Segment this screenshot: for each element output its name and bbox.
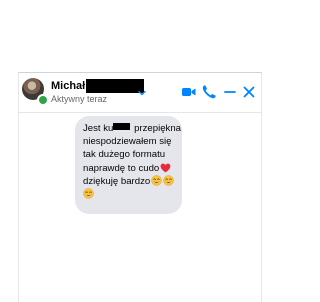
contact-name[interactable]: Michał [51, 80, 85, 92]
chevron-down-icon[interactable] [137, 88, 147, 98]
video-call-icon[interactable] [181, 84, 197, 100]
message-line-2: niespodziewałem się [83, 136, 172, 148]
message-text-start: Jest ku [83, 123, 114, 134]
message-line-5: dziękuję bardzo [83, 175, 174, 188]
chat-header: Michał Aktywny teraz [19, 73, 261, 113]
grinning-face-emoji [163, 175, 174, 186]
red-heart-emoji [160, 163, 171, 172]
message-text: dziękuję bardzo [83, 175, 151, 187]
message-line-3: tak dużego formatu [83, 149, 166, 161]
close-icon[interactable] [241, 84, 257, 100]
message-line-1: Jest ku przepiękna [83, 122, 181, 135]
contact-name-row[interactable]: Michał [51, 79, 145, 93]
active-status: Aktywny teraz [51, 94, 108, 104]
name-redaction [86, 79, 145, 93]
message-list: Jest ku przepiękna niespodziewałem się t… [19, 113, 261, 300]
phone-call-icon[interactable] [201, 84, 217, 100]
message-text: naprawdę to cudo [83, 162, 160, 174]
message-redaction [113, 123, 131, 130]
grinning-face-emoji [83, 188, 94, 199]
message-line-4: naprawdę to cudo [83, 162, 174, 175]
grinning-face-emoji [151, 175, 162, 186]
message-text-end: przepiękna [134, 123, 182, 134]
message-bubble[interactable]: Jest ku przepiękna niespodziewałem się t… [75, 116, 182, 214]
message-line-6 [83, 188, 174, 201]
minimize-icon[interactable] [222, 84, 238, 100]
online-status-dot [37, 94, 49, 106]
